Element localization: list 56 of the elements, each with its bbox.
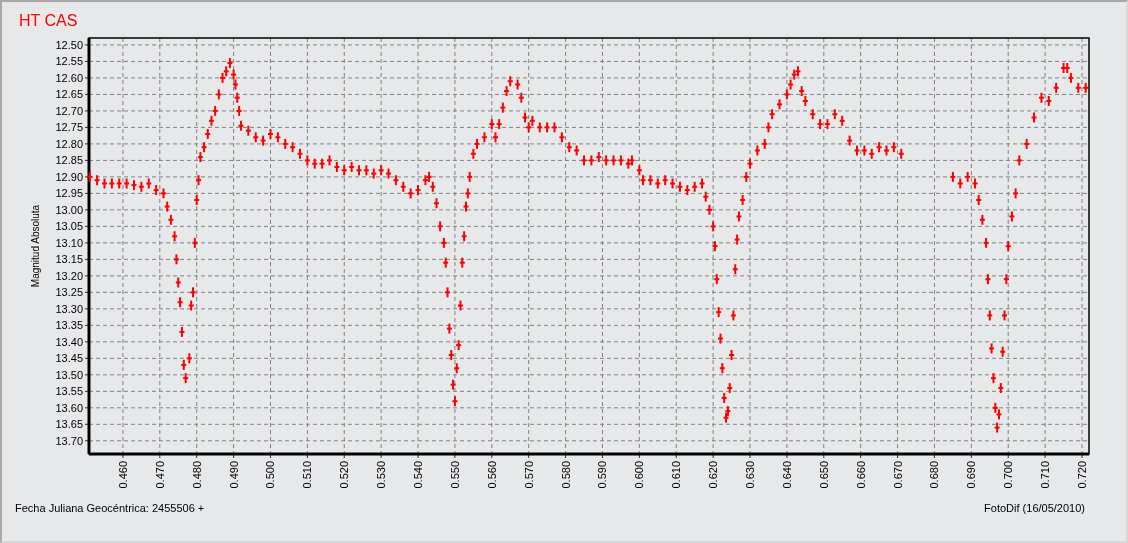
x-tick-label: 0.670	[891, 461, 904, 489]
y-tick-label: 13.50	[55, 368, 83, 381]
y-tick-label: 12.85	[55, 154, 83, 167]
y-tick-label: 13.40	[55, 335, 83, 348]
y-tick-label: 13.55	[55, 385, 83, 398]
y-tick-label: 13.60	[55, 401, 83, 414]
x-tick-label: 0.510	[301, 461, 314, 489]
x-tick-label: 0.550	[448, 461, 461, 489]
x-tick-label: 0.630	[744, 461, 756, 489]
y-tick-label: 13.00	[55, 203, 83, 216]
x-axis-title: Fecha Juliana Geocéntrica: 2455506 +	[15, 502, 205, 514]
chart-title: HT CAS	[18, 11, 79, 31]
y-tick-label: 13.30	[55, 302, 83, 315]
y-tick-label: 13.25	[55, 286, 83, 299]
y-tick-label: 12.75	[55, 121, 83, 134]
x-tick-label: 0.690	[965, 461, 978, 489]
x-tick-label: 0.640	[780, 461, 793, 489]
y-tick-label: 13.10	[55, 236, 83, 249]
x-tick-label: 0.540	[412, 461, 425, 489]
y-tick-label: 13.15	[55, 253, 83, 266]
y-tick-label: 12.90	[55, 170, 83, 183]
y-tick-label: 13.35	[55, 319, 83, 332]
y-tick-label: 13.70	[55, 434, 83, 447]
credit-text: FotoDif (16/05/2010)	[984, 502, 1085, 514]
x-tick-label: 0.460	[116, 461, 129, 489]
y-tick-label: 12.55	[55, 55, 83, 68]
x-tick-label: 0.620	[707, 461, 720, 489]
x-tick-label: 0.470	[153, 461, 166, 489]
x-tick-label: 0.660	[854, 461, 867, 489]
y-tick-label: 12.60	[55, 71, 83, 84]
x-tick-label: 0.490	[227, 461, 240, 489]
x-tick-label: 0.710	[1039, 461, 1052, 489]
x-tick-label: 0.600	[633, 461, 646, 489]
x-tick-label: 0.680	[928, 461, 941, 489]
y-tick-label: 13.05	[55, 220, 83, 233]
x-tick-label: 0.580	[559, 461, 572, 489]
x-tick-label: 0.560	[485, 461, 498, 489]
x-tick-label: 0.610	[670, 461, 683, 489]
y-tick-label: 13.65	[55, 418, 83, 431]
y-tick-label: 12.70	[55, 104, 83, 117]
x-tick-label: 0.590	[596, 461, 609, 489]
x-tick-label: 0.570	[522, 461, 535, 489]
y-tick-label: 12.95	[55, 187, 83, 200]
x-tick-label: 0.520	[338, 461, 351, 489]
x-tick-label: 0.650	[817, 461, 830, 489]
x-tick-label: 0.500	[264, 461, 277, 489]
y-tick-label: 12.50	[55, 38, 83, 51]
x-tick-label: 0.530	[375, 461, 388, 489]
y-tick-label: 13.20	[55, 269, 83, 282]
x-tick-label: 0.480	[190, 461, 203, 489]
x-tick-label: 0.700	[1002, 461, 1015, 489]
y-axis-title: Magnitud Absoluta	[30, 204, 41, 288]
y-tick-label: 12.65	[55, 88, 83, 101]
y-tick-label: 13.45	[55, 352, 83, 365]
x-tick-label: 0.720	[1076, 461, 1088, 489]
y-tick-label: 12.80	[55, 137, 83, 150]
